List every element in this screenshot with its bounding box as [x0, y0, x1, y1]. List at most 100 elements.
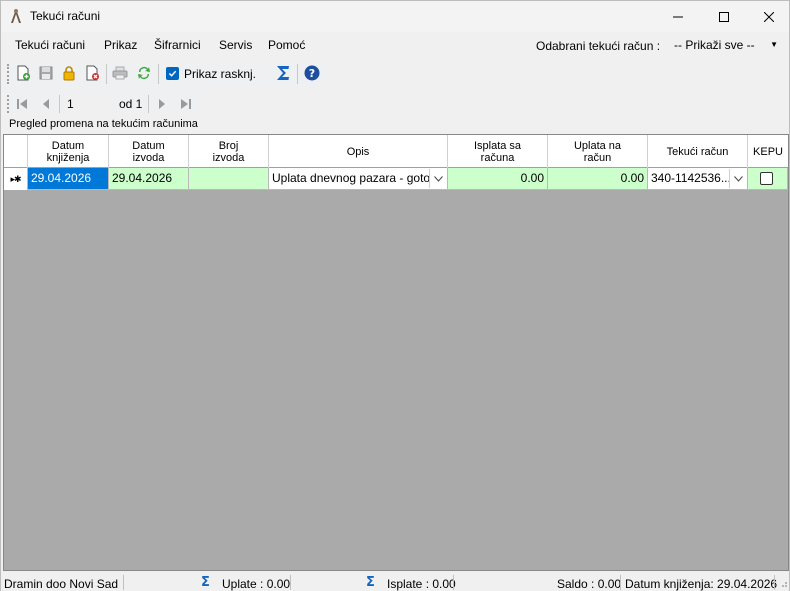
- navigator-separator: [59, 95, 60, 113]
- status-isplate: Isplate : 0.00: [387, 577, 456, 591]
- cell-datum-knjizenja[interactable]: 29.04.2026: [28, 168, 109, 190]
- record-position-input[interactable]: 1: [63, 95, 115, 113]
- sum-button[interactable]: [274, 64, 292, 82]
- cell-datum-izvoda[interactable]: 29.04.2026: [109, 168, 189, 190]
- account-select[interactable]: -- Prikaži sve -- ▼: [669, 35, 785, 55]
- first-record-icon: [17, 99, 27, 109]
- header-datum-knjizenja[interactable]: Datum knjiženja: [28, 135, 109, 168]
- toolbar-separator: [106, 64, 107, 84]
- resize-grip-icon[interactable]: [780, 580, 788, 588]
- first-record-button[interactable]: [15, 97, 29, 111]
- sigma-icon: Σ: [366, 575, 375, 590]
- status-separator: [290, 575, 291, 590]
- kepu-checkbox[interactable]: [760, 172, 773, 185]
- last-record-icon: [181, 99, 191, 109]
- next-record-button[interactable]: [155, 97, 169, 111]
- transactions-grid[interactable]: Datum knjiženja Datum izvoda Broj izvoda…: [3, 134, 789, 571]
- status-separator: [620, 575, 621, 590]
- header-uplata[interactable]: Uplata na račun: [548, 135, 648, 168]
- header-isplata[interactable]: Isplata sa računa: [448, 135, 548, 168]
- header-broj-izvoda[interactable]: Broj izvoda: [189, 135, 269, 168]
- title-bar[interactable]: Tekući računi: [1, 1, 789, 32]
- header-opis[interactable]: Opis: [269, 135, 448, 168]
- sigma-icon: [277, 66, 289, 80]
- row-indicator[interactable]: ▸✱: [4, 168, 28, 190]
- close-button[interactable]: [746, 1, 790, 32]
- printer-icon: [112, 66, 128, 80]
- status-bar: Dramin doo Novi Sad Σ Uplate : 0.00 Σ Is…: [1, 574, 789, 591]
- window-title: Tekući računi: [30, 9, 101, 23]
- help-icon: ?: [304, 65, 320, 81]
- navigator-grip[interactable]: [7, 95, 10, 113]
- prev-record-button[interactable]: [39, 97, 53, 111]
- sigma-icon: Σ: [201, 575, 210, 590]
- status-datum: Datum knjiženja: 29.04.2026: [625, 577, 778, 591]
- menu-pomoc[interactable]: Pomoć: [268, 38, 305, 52]
- grid-header: Datum knjiženja Datum izvoda Broj izvoda…: [4, 135, 788, 168]
- section-title: Pregled promena na tekućim računima: [9, 118, 198, 130]
- chevron-down-icon: [733, 175, 743, 182]
- next-record-icon: [159, 99, 165, 109]
- help-button[interactable]: ?: [303, 64, 321, 82]
- show-closing-label[interactable]: Prikaz rasknj.: [184, 67, 256, 81]
- header-kepu[interactable]: KEPU: [748, 135, 788, 168]
- cell-tekuci-racun-value: 340-1142536...: [651, 171, 731, 185]
- header-tekuci-racun[interactable]: Tekući račun: [648, 135, 748, 168]
- svg-text:?: ?: [309, 67, 315, 80]
- chevron-down-icon: ▼: [770, 40, 778, 49]
- cell-opis-value: Uplata dnevnog pazara - goto...: [272, 171, 441, 185]
- status-saldo: Saldo : 0.00: [557, 577, 622, 591]
- toolbar-grip[interactable]: [7, 64, 10, 84]
- cell-broj-izvoda[interactable]: [189, 168, 269, 190]
- account-select-value: -- Prikaži sve --: [674, 38, 755, 52]
- main-window: Tekući računi Tekući računi Prikaz Šifra…: [0, 0, 790, 591]
- last-record-button[interactable]: [179, 97, 193, 111]
- opis-dropdown-button[interactable]: [429, 169, 446, 188]
- menu-prikaz[interactable]: Prikaz: [104, 38, 137, 52]
- save-button[interactable]: [37, 64, 55, 82]
- cell-opis[interactable]: Uplata dnevnog pazara - goto...: [269, 168, 448, 190]
- account-label: Odabrani tekući račun :: [536, 39, 661, 53]
- maximize-button[interactable]: [701, 1, 747, 32]
- show-closing-checkbox[interactable]: [166, 67, 179, 80]
- cell-tekuci-racun[interactable]: 340-1142536...: [648, 168, 748, 190]
- minimize-button[interactable]: [655, 1, 701, 32]
- status-separator: [774, 575, 775, 590]
- menu-sifrarnici[interactable]: Šifrarnici: [154, 38, 201, 52]
- checkmark-icon: [168, 70, 177, 77]
- refresh-icon: [138, 67, 150, 79]
- lock-icon: [63, 66, 75, 81]
- status-separator: [123, 575, 124, 590]
- status-uplate: Uplate : 0.00: [222, 577, 291, 591]
- maximize-icon: [719, 11, 729, 22]
- record-position-value: 1: [67, 97, 74, 111]
- close-icon: [764, 11, 774, 22]
- header-row-selector[interactable]: [4, 135, 28, 168]
- cell-kepu[interactable]: [748, 168, 788, 190]
- lock-button[interactable]: [60, 64, 78, 82]
- cell-uplata[interactable]: 0.00: [548, 168, 648, 190]
- print-button[interactable]: [111, 64, 129, 82]
- delete-button[interactable]: [83, 64, 101, 82]
- minimize-icon: [673, 16, 683, 17]
- tekuci-racun-dropdown-button[interactable]: [729, 169, 746, 188]
- status-company: Dramin doo Novi Sad: [4, 577, 119, 591]
- prev-record-icon: [43, 99, 49, 109]
- toolbar-separator: [297, 64, 298, 84]
- toolbar-separator: [158, 64, 159, 84]
- header-datum-izvoda[interactable]: Datum izvoda: [109, 135, 189, 168]
- menu-servis[interactable]: Servis: [219, 38, 252, 52]
- status-separator: [453, 575, 454, 590]
- record-navigator: 1 od 1: [5, 92, 201, 116]
- app-icon: [11, 9, 21, 23]
- refresh-button[interactable]: [135, 64, 153, 82]
- new-document-icon: [17, 65, 30, 81]
- chevron-down-icon: [433, 175, 443, 182]
- delete-document-icon: [86, 65, 99, 81]
- cell-isplata[interactable]: 0.00: [448, 168, 548, 190]
- navigator-separator: [148, 95, 149, 113]
- table-row[interactable]: ▸✱ 29.04.2026 29.04.2026 Uplata dnevnog …: [4, 168, 788, 190]
- new-button[interactable]: [14, 64, 32, 82]
- menu-tekuci-racuni[interactable]: Tekući računi: [15, 38, 85, 52]
- record-count-label: od 1: [119, 97, 143, 111]
